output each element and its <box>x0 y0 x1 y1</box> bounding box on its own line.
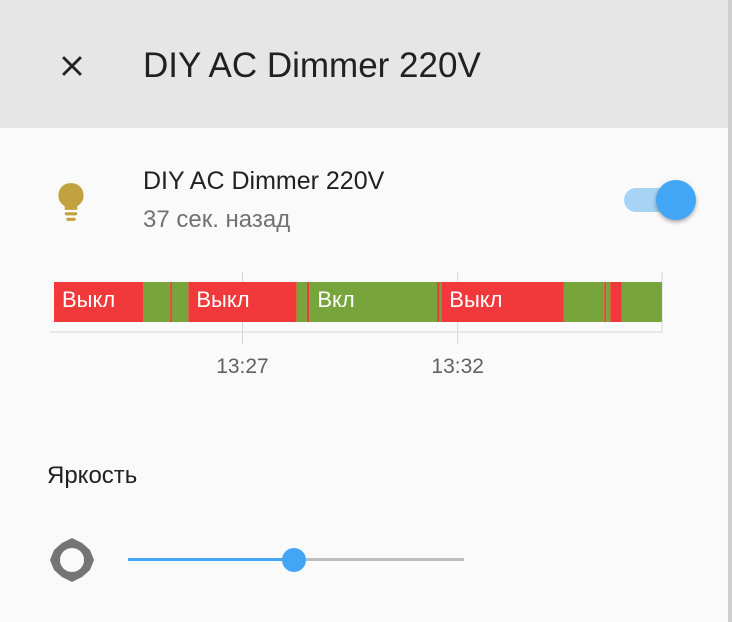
slider-fill <box>128 558 295 561</box>
brightness-icon <box>50 538 94 582</box>
dialog-edge <box>728 0 732 622</box>
history-segment-on[interactable] <box>171 282 189 322</box>
close-button[interactable] <box>40 34 104 98</box>
segment-label: Выкл <box>449 287 503 312</box>
slider-thumb[interactable] <box>282 548 307 572</box>
history-segment-on[interactable] <box>296 282 307 322</box>
segment-label: Выкл <box>62 287 116 312</box>
power-toggle[interactable] <box>618 178 698 222</box>
timeline-chart <box>50 272 663 344</box>
history-segment-off[interactable] <box>170 282 172 322</box>
last-changed: 37 сек. назад <box>143 206 291 233</box>
history-timeline: Выкл Выкл Вкл Выкл 13:27 13:32 <box>50 268 670 388</box>
tick-label: 13:32 <box>431 355 484 378</box>
lightbulb-icon <box>58 183 84 221</box>
close-icon <box>62 56 82 76</box>
history-segment-off[interactable] <box>437 282 440 322</box>
brightness-label: Яркость <box>47 462 138 489</box>
brightness-slider[interactable] <box>118 540 474 580</box>
history-segment-on[interactable] <box>563 282 605 322</box>
history-segment-on[interactable] <box>143 282 171 322</box>
toggle-thumb <box>656 180 696 220</box>
history-segment-off[interactable] <box>610 282 622 322</box>
history-segment-off[interactable] <box>604 282 607 322</box>
segment-label: Вкл <box>317 287 355 312</box>
history-segment-off[interactable] <box>306 282 310 322</box>
segment-label: Выкл <box>196 287 250 312</box>
history-segment-on[interactable] <box>606 282 611 322</box>
bulb-shape <box>58 183 84 210</box>
tick-label: 13:27 <box>216 355 269 378</box>
dialog-header: DIY AC Dimmer 220V <box>0 0 732 128</box>
history-segment-on[interactable] <box>439 282 442 322</box>
history-segment-on[interactable] <box>621 282 662 322</box>
dialog-title: DIY AC Dimmer 220V <box>143 46 481 85</box>
entity-name: DIY AC Dimmer 220V <box>143 167 385 195</box>
